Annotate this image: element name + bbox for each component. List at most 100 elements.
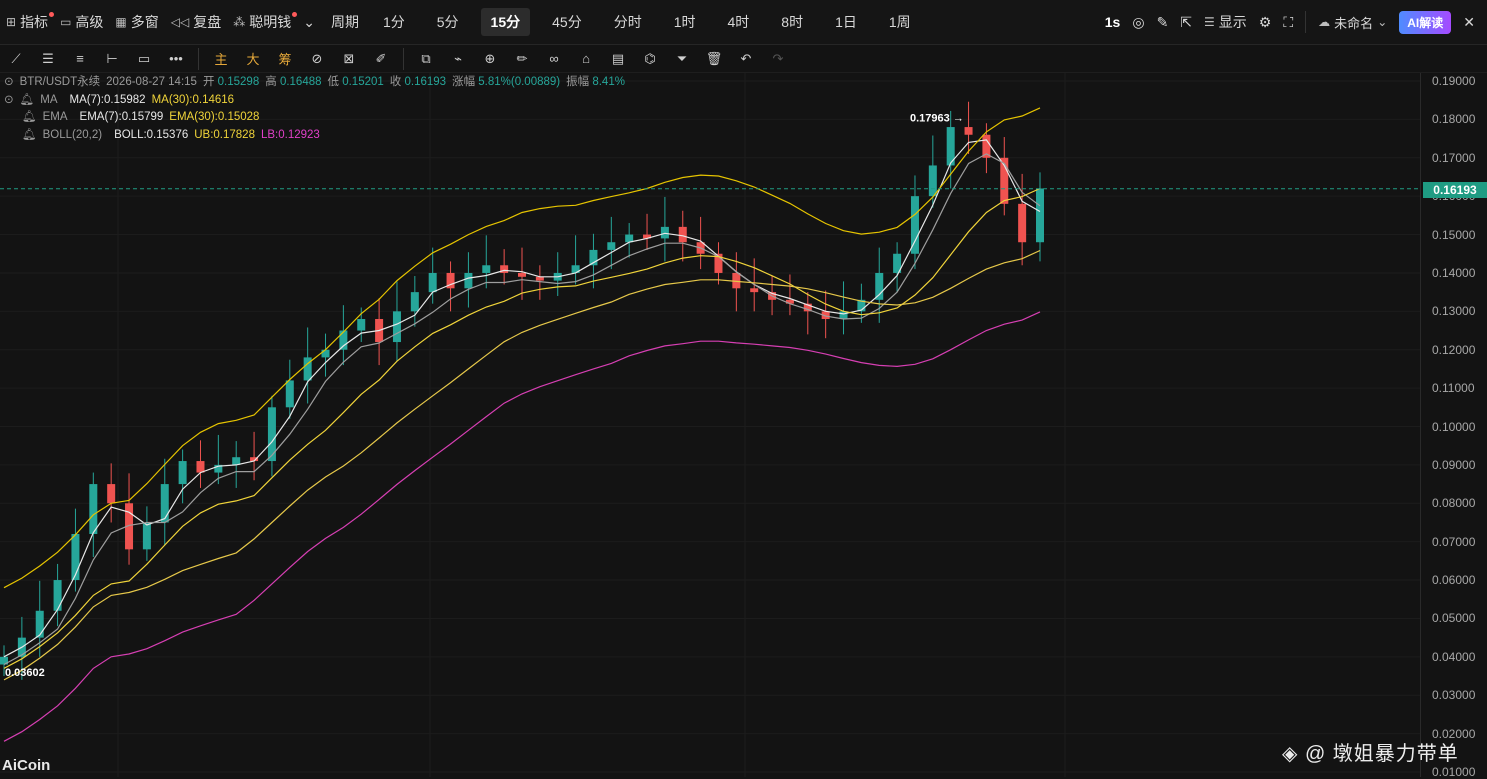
period-tab[interactable]: 1时 [664,8,706,36]
period-tab[interactable]: 1分 [373,8,415,36]
ai-button[interactable]: AI解读 [1393,7,1457,37]
candle-body [35,610,44,638]
settings-icon[interactable]: ⚙ [1253,7,1278,37]
ma7-value: MA(7):0.15982 [69,93,146,106]
undo-icon[interactable]: ↶ [730,47,762,71]
close-value: 0.16193 [404,76,447,88]
ma7-line [3,139,1041,658]
main-force-label: 主 [214,52,228,67]
top-item-2[interactable]: ▦ 多窗 [109,7,164,37]
ai-label: AI解读 [1399,10,1452,34]
price-tick: 0.11000 [1432,381,1475,396]
period-tab[interactable]: 5分 [427,8,469,36]
period-tab[interactable]: 分时 [604,8,652,36]
divider [1305,11,1307,33]
candle-body [750,288,759,293]
open-value: 0.15298 [217,76,260,88]
period-menu[interactable]: 周期 [325,7,365,37]
price-chart[interactable]: 0.17963 → 0.03602 [0,73,1487,777]
cloud-icon: ☁ [1318,15,1331,29]
interval-button[interactable]: 1s [1099,7,1127,37]
candle-body [839,311,848,320]
price-tick: 0.06000 [1432,573,1476,588]
top-item-4[interactable]: ⁂ 聪明钱 [227,7,298,37]
channel-tool-icon[interactable]: ≡ [64,47,96,71]
period-label: 周期 [330,14,359,30]
display-button[interactable]: ☰ 显示 [1198,7,1253,37]
ohlc-row: ⊙ BTR/USDT永续 2026-08-27 14:15 开 0.15298 … [4,74,625,92]
ray-tool-icon[interactable]: ⊢ [96,47,128,71]
edit-icon[interactable]: ✎ [1151,7,1175,37]
ruler-icon[interactable]: ⌁ [442,47,474,71]
current-price-tag: 0.16193 [1423,182,1487,198]
candle-body [660,226,669,239]
measure-icon[interactable]: ⊘ [301,47,333,71]
top-item-label: 复盘 [193,14,222,30]
camera-icon[interactable]: ◎ [1126,7,1150,37]
low-annotation: 0.03602 [5,667,45,679]
more-tool-icon[interactable]: ••• [160,47,192,71]
fullscreen-icon[interactable]: ⛶ [1277,7,1299,37]
close-icon[interactable]: ✕ [1457,7,1481,37]
change-value: 5.81%(0.00889) [478,76,561,88]
collapse-icon[interactable]: ⊙ [4,92,14,110]
price-tick: 0.09000 [1432,457,1476,472]
period-tab[interactable]: 45分 [542,8,592,36]
fib-icon[interactable]: ⊠ [333,47,365,71]
layout-select[interactable]: ☁ 未命名 ⌄ [1312,7,1393,37]
redo-icon[interactable]: ↷ [762,47,794,71]
big-order-button[interactable]: 大 [237,47,269,71]
list-icon: ☰ [1204,15,1215,29]
period-tab[interactable]: 1日 [825,8,867,36]
replay-icon: ◁◁ [170,15,190,29]
ma30-value: MA(30):0.14616 [151,93,235,106]
bell-icon[interactable]: 🔔︎ [20,92,35,110]
candle-body [160,484,169,523]
open-label: 开 [202,76,215,88]
filter-icon[interactable]: ⏷ [666,47,698,71]
top-item-3[interactable]: ◁◁ 复盘 [165,7,227,37]
share-icon[interactable]: ⇱ [1174,7,1198,37]
trash-icon[interactable]: 🗑 [698,47,730,71]
top-item-0[interactable]: ⊞ 指标 [0,7,55,37]
boll-upper-value: UB:0.17828 [194,128,255,141]
price-tick: 0.03000 [1432,688,1476,703]
rect-tool-icon[interactable]: ▭ [128,47,160,71]
copy-icon[interactable]: ⧉ [410,47,442,71]
main-force-button[interactable]: 主 [205,47,237,71]
period-tab[interactable]: 15分 [480,8,531,36]
candle-body [285,380,294,408]
boll-value: BOLL:0.15376 [114,128,189,141]
chip-button[interactable]: 筹 [269,47,301,71]
ema-row: 🔔︎ EMA EMA(7):0.15799 EMA(30):0.15028 [22,109,625,127]
brush-icon[interactable]: ✐ [365,47,397,71]
collapse-icon[interactable]: ⊙ [4,74,14,92]
bell-icon[interactable]: 🔔︎ [22,109,37,127]
top-item-1[interactable]: ▭ 高级 [54,7,109,37]
link-icon[interactable]: ∞ [538,47,570,71]
marker-icon[interactable]: ✏ [506,47,538,71]
period-tab[interactable]: 8时 [771,8,813,36]
more-menu-icon[interactable]: ⌄ [297,7,321,37]
price-tick: 0.05000 [1432,611,1476,626]
boll-lower-line [3,311,1041,742]
ma-row: ⊙ 🔔︎ MA MA(7):0.15982 MA(30):0.14616 [4,92,625,110]
drawing-toolbar: ⟋ ☰ ≡ ⊢ ▭ ••• 主 大 筹 ⊘ ⊠ ✐ ⧉ ⌁ ⊕ ✏ ∞ ⌂ ▤ … [0,45,1487,73]
boll-row: 🔔︎ BOLL(20,2) BOLL:0.15376 UB:0.17828 LB… [22,127,625,145]
big-order-label: 大 [246,52,260,67]
candle-body [178,461,187,485]
price-tick: 0.04000 [1432,649,1476,664]
lock-icon[interactable]: ⌂ [570,47,602,71]
bell-icon[interactable]: 🔔︎ [22,127,37,145]
candle-body [142,522,151,550]
magnet-icon[interactable]: ⌬ [634,47,666,71]
note-icon[interactable]: ▤ [602,47,634,71]
period-tab[interactable]: 4时 [718,8,760,36]
period-tab[interactable]: 1周 [879,8,921,36]
hline-tool-icon[interactable]: ☰ [32,47,64,71]
candle-body [107,484,116,504]
zoom-icon[interactable]: ⊕ [474,47,506,71]
ema7-value: EMA(7):0.15799 [79,111,164,123]
line-tool-icon[interactable]: ⟋ [0,47,32,71]
ma-name: MA [40,93,58,106]
